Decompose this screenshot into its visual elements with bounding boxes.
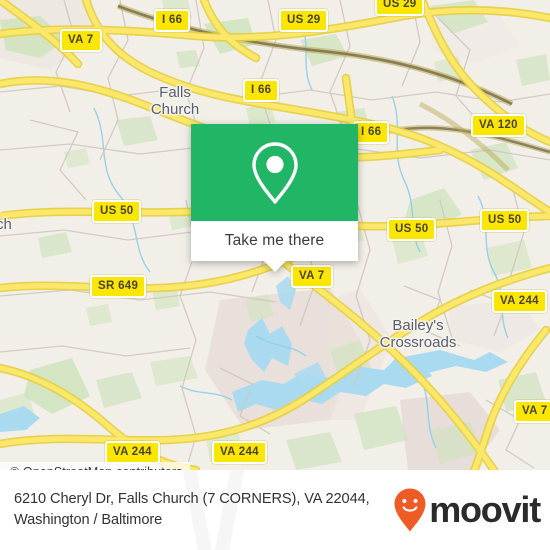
moovit-brand-logo[interactable]: moovit bbox=[392, 487, 541, 533]
shield-i-66-b: I 66 bbox=[243, 79, 280, 102]
callout-action-panel[interactable]: Take me there bbox=[191, 221, 358, 261]
shield-va-120: VA 120 bbox=[471, 114, 526, 137]
location-callout-card[interactable]: Take me there bbox=[191, 124, 358, 272]
shield-sr-649: SR 649 bbox=[90, 275, 147, 298]
shield-us-50-b: US 50 bbox=[387, 218, 437, 241]
address-text-block: 6210 Cheryl Dr, Falls Church (7 CORNERS)… bbox=[14, 489, 390, 530]
shield-va-244-c: VA 244 bbox=[212, 441, 267, 464]
moovit-wordmark: moovit bbox=[429, 489, 541, 530]
shield-us-50-a: US 50 bbox=[92, 200, 142, 223]
shield-va-7-b: VA 7 bbox=[291, 265, 333, 288]
footer-bar: \/ 6210 Cheryl Dr, Falls Church (7 CORNE… bbox=[0, 470, 550, 550]
shield-va-244-b: VA 244 bbox=[105, 441, 160, 464]
moovit-smiley-pin-icon bbox=[394, 488, 426, 532]
shield-us-29-a: US 29 bbox=[279, 9, 329, 32]
shield-i-66-c: I 66 bbox=[353, 121, 390, 144]
address-line-1: 6210 Cheryl Dr, Falls Church (7 CORNERS)… bbox=[14, 491, 370, 508]
shield-va-7-a: VA 7 bbox=[60, 29, 102, 52]
shield-us-29-b: US 29 bbox=[375, 0, 425, 16]
osm-attribution: © OpenStreetMap contributors bbox=[0, 462, 190, 470]
callout-icon-panel bbox=[191, 124, 358, 221]
shield-us-50-c: US 50 bbox=[480, 209, 530, 232]
map-screenshot-root: Falls Church Bailey's Crossroads t ch I … bbox=[0, 0, 550, 550]
address-line-2: Washington / Baltimore bbox=[14, 512, 163, 528]
shield-i-66-a: I 66 bbox=[154, 9, 191, 32]
take-me-there-label: Take me there bbox=[224, 232, 325, 249]
shield-va-7-c: VA 7 bbox=[514, 400, 550, 423]
shield-va-244-a: VA 244 bbox=[492, 290, 547, 313]
map-pin-icon bbox=[251, 141, 298, 204]
callout-pointer-tail bbox=[264, 261, 286, 272]
